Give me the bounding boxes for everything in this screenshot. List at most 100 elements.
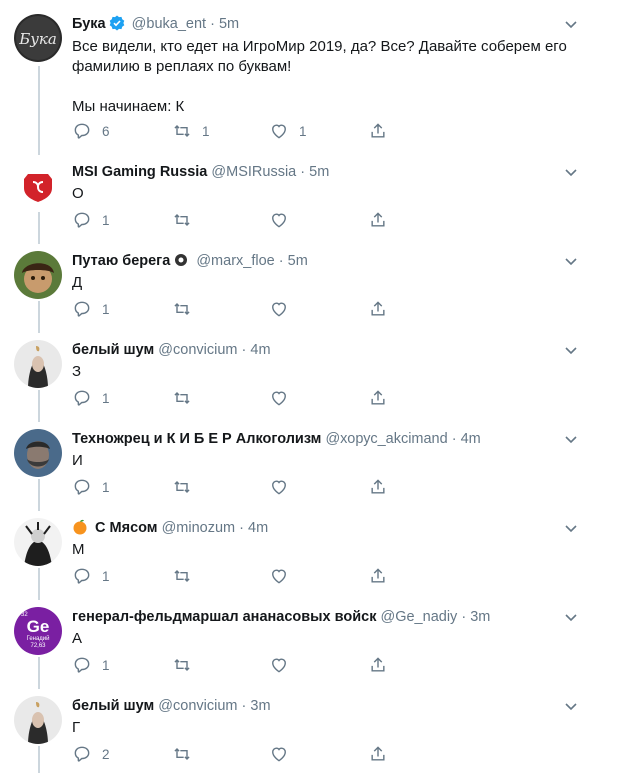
author-name[interactable]: С Мясом (95, 520, 158, 536)
reply-icon (74, 301, 90, 317)
chevron-down-icon[interactable] (563, 253, 579, 269)
tweet-text: О (72, 184, 572, 204)
author-handle[interactable]: @convicium (158, 698, 237, 714)
chevron-down-icon[interactable] (563, 609, 579, 625)
author-handle[interactable]: @convicium (158, 342, 237, 358)
tweet-ge-nadiy[interactable]: 32 Ge Генадий 72,63 генерал-фельдмаршал … (0, 600, 617, 689)
tweet-actions: 1 (72, 655, 392, 675)
reply-icon (74, 212, 90, 228)
author-name[interactable]: MSI Gaming Russia (72, 164, 207, 180)
avatar[interactable]: 32 Ge Генадий 72,63 (14, 607, 62, 655)
tweet-convicium[interactable]: белый шум @convicium · 4m З 1 (0, 333, 617, 422)
author-handle[interactable]: @buka_ent (132, 16, 206, 32)
reply-button[interactable]: 1 (72, 210, 110, 230)
thread-connector (38, 479, 40, 511)
avatar[interactable] (14, 340, 62, 388)
share-icon (371, 568, 385, 583)
retweet-button[interactable] (172, 299, 192, 319)
reply-count: 1 (102, 301, 110, 317)
chevron-down-icon[interactable] (563, 342, 579, 358)
share-button[interactable] (368, 388, 388, 408)
like-button[interactable]: 1 (269, 121, 307, 141)
chevron-down-icon[interactable] (563, 164, 579, 180)
author-handle[interactable]: @marx_floe (196, 253, 274, 269)
tweet-text-line: М (72, 541, 85, 558)
tweet-marx-floe[interactable]: Путаю берега @marx_floe · 5m Д 1 (0, 244, 617, 333)
reply-button[interactable]: 1 (72, 477, 110, 497)
chevron-down-icon[interactable] (563, 520, 579, 536)
share-button[interactable] (368, 121, 388, 141)
tweet-convicium-2[interactable]: белый шум @convicium · 3m Г 2 (0, 689, 617, 773)
tweet-text-line: А (72, 630, 83, 647)
retweet-button[interactable] (172, 655, 192, 675)
tweet-akcimand[interactable]: Техножрец и К И Б Е Р Алкоголизм @хорус_… (0, 422, 617, 511)
avatar[interactable] (14, 251, 62, 299)
retweet-button[interactable] (172, 388, 192, 408)
retweet-count: 1 (202, 123, 210, 139)
timestamp[interactable]: 5m (288, 253, 308, 269)
author-name[interactable]: генерал-фельдмаршал ананасовых войск (72, 609, 376, 625)
reply-button[interactable]: 1 (72, 388, 110, 408)
heart-icon (272, 480, 286, 495)
retweet-button[interactable] (172, 566, 192, 586)
avatar[interactable] (14, 162, 62, 210)
like-button[interactable] (269, 744, 289, 764)
reply-count: 1 (102, 212, 110, 228)
timestamp[interactable]: 5m (219, 16, 239, 32)
retweet-button[interactable] (172, 210, 192, 230)
avatar[interactable]: Бука (14, 14, 62, 62)
share-button[interactable] (368, 210, 388, 230)
reply-button[interactable]: 2 (72, 744, 110, 764)
author-name[interactable]: белый шум (72, 342, 154, 358)
timestamp[interactable]: 4m (248, 520, 268, 536)
like-button[interactable] (269, 566, 289, 586)
reply-button[interactable]: 6 (72, 121, 110, 141)
like-button[interactable] (269, 477, 289, 497)
timestamp[interactable]: 5m (309, 164, 329, 180)
like-button[interactable] (269, 210, 289, 230)
reply-count: 1 (102, 390, 110, 406)
chevron-down-icon[interactable] (563, 16, 579, 32)
reply-button[interactable]: 1 (72, 655, 110, 675)
orange-emoji-icon (72, 519, 88, 540)
timestamp[interactable]: 4m (250, 342, 270, 358)
timestamp[interactable]: 3m (250, 698, 270, 714)
retweet-icon (174, 391, 190, 405)
share-button[interactable] (368, 655, 388, 675)
author-name[interactable]: Путаю берега (72, 253, 170, 269)
chevron-down-icon[interactable] (563, 431, 579, 447)
avatar[interactable] (14, 696, 62, 744)
reply-button[interactable]: 1 (72, 566, 110, 586)
tweet-header: генерал-фельдмаршал ананасовых войск @Ge… (72, 608, 490, 626)
share-icon (371, 212, 385, 227)
share-button[interactable] (368, 299, 388, 319)
tweet-text: А (72, 629, 572, 649)
like-button[interactable] (269, 388, 289, 408)
tweet-buka[interactable]: Бука Бука @buka_ent · 5m Все видели, кто… (0, 0, 617, 155)
like-button[interactable] (269, 299, 289, 319)
timestamp[interactable]: 3m (470, 609, 490, 625)
share-button[interactable] (368, 566, 388, 586)
author-name[interactable]: Техножрец и К И Б Е Р Алкоголизм (72, 431, 321, 447)
avatar[interactable] (14, 429, 62, 477)
reply-button[interactable]: 1 (72, 299, 110, 319)
timestamp[interactable]: 4m (461, 431, 481, 447)
author-handle[interactable]: @Ge_nadiy (381, 609, 458, 625)
author-handle[interactable]: @minozum (162, 520, 236, 536)
separator-dot: · (461, 609, 467, 625)
author-name[interactable]: Бука (72, 16, 106, 32)
tweet-msi[interactable]: MSI Gaming Russia @MSIRussia · 5m О 1 (0, 155, 617, 244)
author-handle[interactable]: @MSIRussia (211, 164, 296, 180)
share-button[interactable] (368, 744, 388, 764)
author-name[interactable]: белый шум (72, 698, 154, 714)
chevron-down-icon[interactable] (563, 698, 579, 714)
tweet-minozum[interactable]: С Мясом @minozum · 4m М 1 (0, 511, 617, 600)
retweet-button[interactable] (172, 477, 192, 497)
share-button[interactable] (368, 477, 388, 497)
retweet-button[interactable] (172, 744, 192, 764)
like-button[interactable] (269, 655, 289, 675)
share-icon (371, 479, 385, 494)
retweet-button[interactable]: 1 (172, 121, 210, 141)
author-handle[interactable]: @хорус_akcimand (325, 431, 447, 447)
avatar[interactable] (14, 518, 62, 566)
